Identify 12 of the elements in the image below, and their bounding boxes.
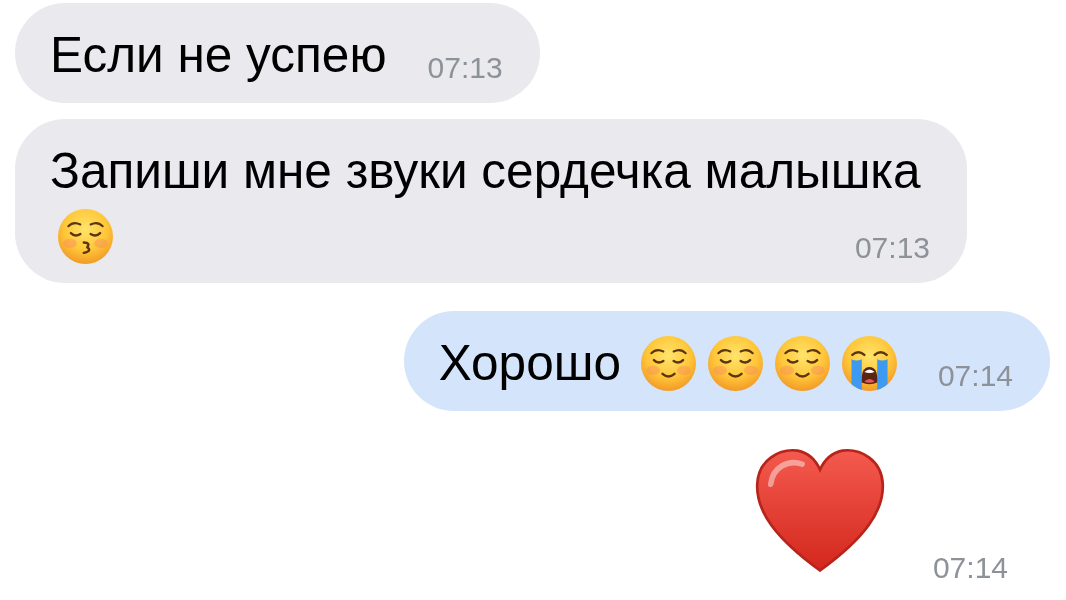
message-text: Если не успею: [50, 26, 387, 84]
smiling-face-icon: [707, 335, 763, 391]
message-time: 07:14: [937, 361, 1013, 391]
message-time: 07:14: [932, 553, 1008, 583]
crying-face-icon: [841, 335, 897, 391]
message-text: Хорошо: [438, 334, 621, 392]
message-text: Запиши мне звуки сердечка малышка: [50, 142, 921, 200]
smiling-face-icon: [640, 335, 696, 391]
smiling-face-icon: [774, 335, 830, 391]
message-time: 07:13: [427, 53, 503, 83]
kissing-face-icon: [58, 208, 113, 264]
message-time: 07:13: [854, 233, 930, 263]
